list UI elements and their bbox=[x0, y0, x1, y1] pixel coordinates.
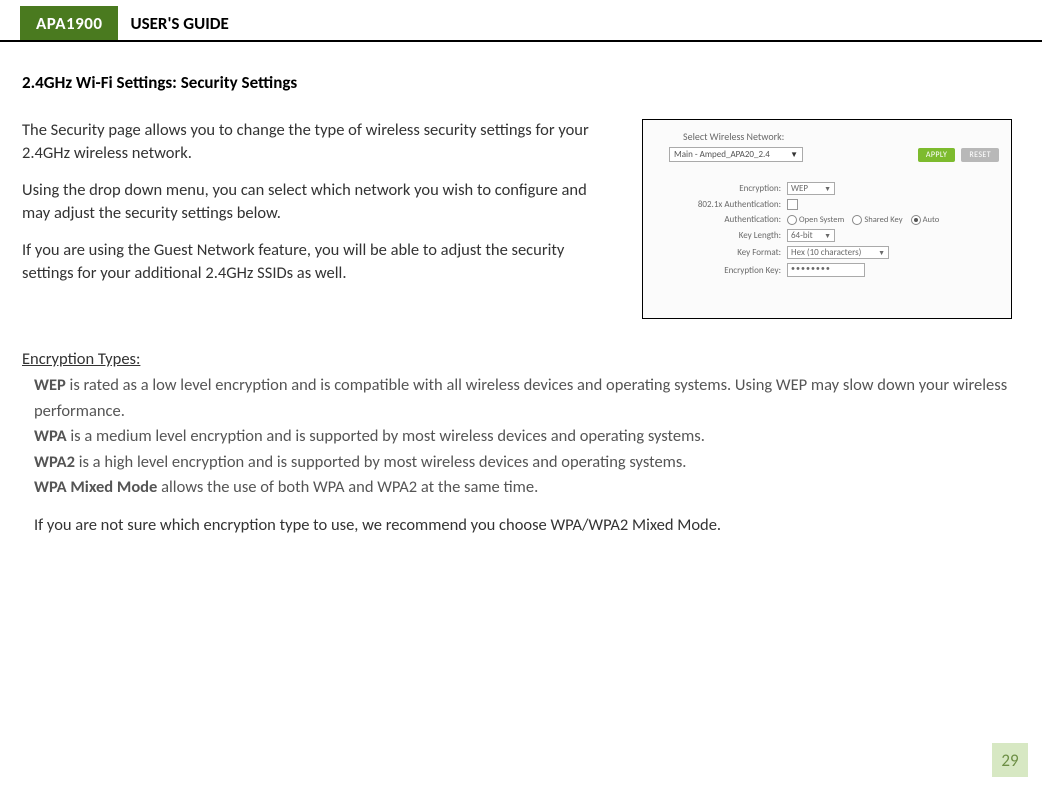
settings-screenshot: Select Wireless Network: Main - Amped_AP… bbox=[642, 119, 1012, 319]
chevron-down-icon: ▼ bbox=[790, 150, 798, 160]
ss-authentication-label: Authentication: bbox=[655, 214, 787, 225]
ss-top-row: Main - Amped_APA20_2.4 ▼ APPLY RESET bbox=[669, 147, 999, 162]
ss-encryption-value: WEP bbox=[791, 183, 808, 194]
ss-select-network-label: Select Wireless Network: bbox=[683, 130, 999, 143]
encryption-item-mixed: WPA Mixed Mode allows the use of both WP… bbox=[34, 475, 1012, 501]
header-spacer bbox=[0, 6, 20, 40]
ss-keylength-label: Key Length: bbox=[655, 230, 787, 241]
ss-8021x-checkbox[interactable] bbox=[787, 199, 798, 210]
text-wep: is rated as a low level encryption and i… bbox=[34, 375, 1007, 421]
header-model: APA1900 bbox=[20, 6, 118, 40]
intro-paragraph-1: The Security page allows you to change t… bbox=[22, 119, 612, 165]
ss-encryption-label: Encryption: bbox=[655, 183, 787, 194]
radio-shared-key[interactable] bbox=[852, 215, 862, 225]
intro-block: The Security page allows you to change t… bbox=[22, 119, 1012, 319]
ss-network-select[interactable]: Main - Amped_APA20_2.4 ▼ bbox=[669, 147, 803, 162]
chevron-down-icon: ▼ bbox=[824, 231, 831, 240]
ss-keylength-value: 64-bit bbox=[791, 230, 813, 241]
ss-network-value: Main - Amped_APA20_2.4 bbox=[674, 149, 770, 160]
encryption-item-wpa2: WPA2 is a high level encryption and is s… bbox=[34, 450, 1012, 476]
intro-paragraph-3: If you are using the Guest Network featu… bbox=[22, 239, 612, 285]
chevron-down-icon: ▼ bbox=[878, 248, 885, 257]
ss-auth-options: Open System Shared Key Auto bbox=[787, 214, 945, 225]
ss-row-encryption: Encryption: WEP ▼ bbox=[655, 182, 999, 195]
header-bar: APA1900 USER'S GUIDE bbox=[0, 6, 1042, 42]
encryption-item-wep: WEP is rated as a low level encryption a… bbox=[34, 373, 1012, 424]
radio-open-label: Open System bbox=[799, 215, 844, 225]
encryption-item-wpa: WPA is a medium level encryption and is … bbox=[34, 424, 1012, 450]
radio-shared-label: Shared Key bbox=[864, 215, 902, 225]
page-number: 29 bbox=[992, 743, 1028, 777]
intro-text: The Security page allows you to change t… bbox=[22, 119, 612, 300]
page-content: 2.4GHz Wi-Fi Settings: Security Settings… bbox=[0, 42, 1042, 535]
ss-row-keylength: Key Length: 64-bit ▼ bbox=[655, 229, 999, 242]
chevron-down-icon: ▼ bbox=[824, 184, 831, 193]
header-title: USER'S GUIDE bbox=[118, 6, 240, 40]
ss-keyformat-value: Hex (10 characters) bbox=[791, 247, 861, 258]
encryption-types-list: WEP is rated as a low level encryption a… bbox=[22, 373, 1012, 501]
radio-open-system[interactable] bbox=[787, 215, 797, 225]
text-wpa2: is a high level encryption and is suppor… bbox=[75, 452, 686, 472]
ss-encryptionkey-input[interactable]: •••••••• bbox=[787, 263, 865, 277]
section-heading: 2.4GHz Wi-Fi Settings: Security Settings bbox=[22, 72, 1012, 93]
term-wpa: WPA bbox=[34, 426, 67, 446]
ss-8021x-label: 802.1x Authentication: bbox=[655, 199, 787, 210]
ss-encryptionkey-label: Encryption Key: bbox=[655, 265, 787, 276]
radio-auto[interactable] bbox=[911, 215, 921, 225]
ss-keyformat-select[interactable]: Hex (10 characters) ▼ bbox=[787, 246, 889, 259]
term-wep: WEP bbox=[34, 375, 66, 395]
term-mixed: WPA Mixed Mode bbox=[34, 477, 157, 497]
text-wpa: is a medium level encryption and is supp… bbox=[67, 426, 705, 446]
ss-row-keyformat: Key Format: Hex (10 characters) ▼ bbox=[655, 246, 999, 259]
ss-row-8021x: 802.1x Authentication: bbox=[655, 199, 999, 210]
intro-paragraph-2: Using the drop down menu, you can select… bbox=[22, 179, 612, 225]
term-wpa2: WPA2 bbox=[34, 452, 75, 472]
radio-auto-label: Auto bbox=[923, 215, 940, 225]
encryption-recommendation: If you are not sure which encryption typ… bbox=[22, 515, 1012, 535]
reset-button[interactable]: RESET bbox=[961, 148, 999, 162]
ss-encryption-select[interactable]: WEP ▼ bbox=[787, 182, 835, 195]
ss-row-authentication: Authentication: Open System Shared Key A… bbox=[655, 214, 999, 225]
ss-row-encryptionkey: Encryption Key: •••••••• bbox=[655, 263, 999, 277]
ss-keylength-select[interactable]: 64-bit ▼ bbox=[787, 229, 835, 242]
text-mixed: allows the use of both WPA and WPA2 at t… bbox=[157, 477, 538, 497]
encryption-types-heading: Encryption Types: bbox=[22, 349, 1012, 369]
ss-keyformat-label: Key Format: bbox=[655, 247, 787, 258]
apply-button[interactable]: APPLY bbox=[918, 148, 956, 162]
